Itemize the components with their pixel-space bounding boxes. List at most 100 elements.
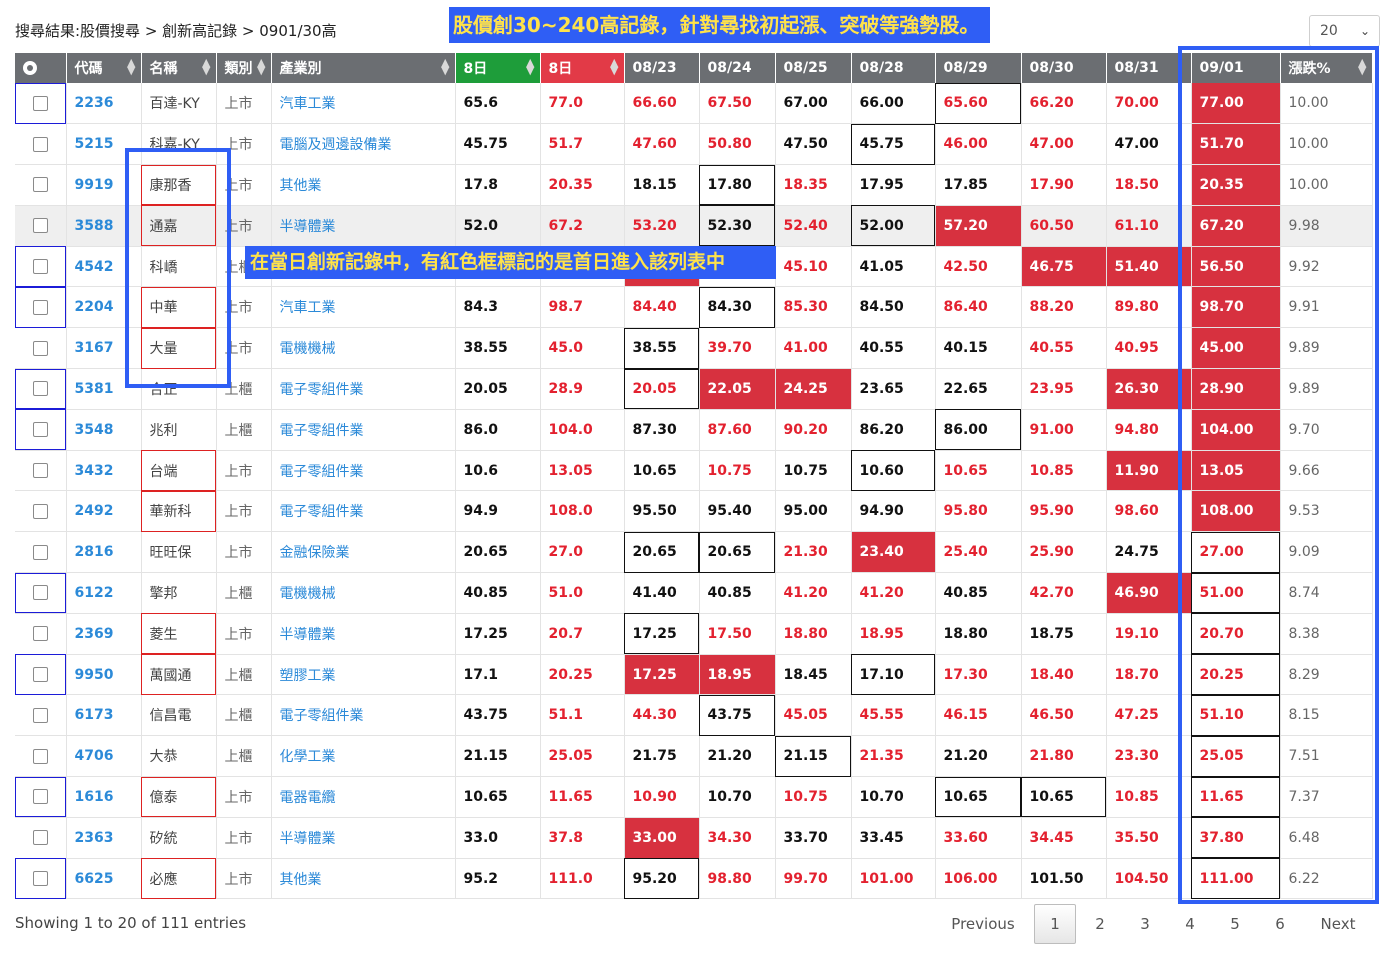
industry-link[interactable]: 電器電纜 — [271, 776, 456, 818]
stock-code-link[interactable]: 3167 — [66, 327, 142, 370]
column-header[interactable]: 08/30 — [1021, 53, 1107, 83]
column-header[interactable]: 08/23 — [624, 53, 700, 83]
column-header[interactable]: 08/29 — [935, 53, 1022, 83]
row-checkbox[interactable] — [32, 299, 48, 315]
table-row[interactable]: 2492 華新科 上市 電子零組件業 94.9 108.0 95.50 95.40 95.00 9… — [15, 490, 1373, 533]
industry-link[interactable]: 電子零組件業 — [271, 450, 456, 492]
row-select-cell[interactable] — [15, 368, 67, 410]
stock-code-link[interactable]: 5215 — [66, 123, 142, 166]
row-select-cell[interactable] — [15, 490, 67, 533]
table-row[interactable]: 2816 旺旺保 上市 金融保險業 20.65 27.0 20.65 20.65 21.30 23… — [15, 531, 1373, 574]
row-select-cell[interactable] — [15, 286, 67, 329]
row-checkbox[interactable] — [32, 789, 48, 805]
column-header[interactable]: 09/01 — [1191, 53, 1281, 83]
stock-code-link[interactable]: 9950 — [66, 654, 142, 696]
industry-link[interactable]: 汽車工業 — [271, 83, 456, 125]
column-header[interactable]: 類別 ▲ ▼ — [216, 53, 272, 83]
industry-link[interactable]: 半導體業 — [271, 205, 456, 247]
table-row[interactable]: 3588 通嘉 上市 半導體業 52.0 67.2 53.20 52.30 52.40 52.00… — [15, 205, 1373, 247]
row-select-cell[interactable] — [15, 858, 67, 900]
row-checkbox[interactable] — [32, 585, 48, 601]
row-select-cell[interactable] — [15, 776, 67, 818]
stock-code-link[interactable]: 6122 — [66, 572, 142, 614]
row-checkbox[interactable] — [32, 381, 48, 397]
table-row[interactable]: 9919 康那香 上市 其他業 17.8 20.35 18.15 17.80 18.35 17.9… — [15, 164, 1373, 206]
industry-link[interactable]: 半導體業 — [271, 613, 456, 655]
page-button[interactable]: 1 — [1034, 904, 1076, 944]
column-header[interactable]: 代碼 ▲ ▼ — [66, 53, 142, 83]
row-checkbox[interactable] — [32, 95, 48, 111]
column-header[interactable]: 漲跌% ▲ ▼ — [1280, 53, 1373, 83]
row-checkbox[interactable] — [32, 871, 48, 887]
row-select-cell[interactable] — [15, 450, 67, 492]
table-row[interactable]: 9950 萬國通 上櫃 塑膠工業 17.1 20.25 17.25 18.95 18.45 17.… — [15, 654, 1373, 696]
stock-code-link[interactable]: 2816 — [66, 531, 142, 574]
row-checkbox[interactable] — [32, 544, 48, 560]
table-row[interactable]: 5381 合正 上櫃 電子零組件業 20.05 28.9 20.05 22.05 24.25 23… — [15, 368, 1373, 410]
table-row[interactable]: 2369 菱生 上市 半導體業 17.25 20.7 17.25 17.50 18.80 18.9… — [15, 613, 1373, 655]
industry-link[interactable]: 汽車工業 — [271, 286, 456, 329]
table-row[interactable]: 2204 中華 上市 汽車工業 84.3 98.7 84.40 84.30 85.30 84.50… — [15, 286, 1373, 329]
row-select-cell[interactable] — [15, 654, 67, 696]
row-select-cell[interactable] — [15, 817, 67, 859]
row-checkbox[interactable] — [32, 503, 48, 519]
stock-code-link[interactable]: 5381 — [66, 368, 142, 410]
row-select-cell[interactable] — [15, 205, 67, 247]
table-row[interactable]: 3432 台端 上市 電子零組件業 10.6 13.05 10.65 10.75 10.75 10… — [15, 450, 1373, 492]
row-select-cell[interactable] — [15, 531, 67, 574]
row-checkbox[interactable] — [32, 422, 48, 438]
row-checkbox[interactable] — [32, 463, 48, 479]
table-row[interactable]: 2236 百達-KY 上市 汽車工業 65.6 77.0 66.60 67.50 67.00 66… — [15, 83, 1373, 125]
row-checkbox[interactable] — [32, 340, 48, 356]
row-checkbox[interactable] — [32, 259, 48, 275]
row-select-cell[interactable] — [15, 694, 67, 737]
page-button[interactable]: 5 — [1220, 905, 1250, 943]
row-select-cell[interactable] — [15, 572, 67, 614]
stock-code-link[interactable]: 4542 — [66, 246, 142, 288]
industry-link[interactable]: 塑膠工業 — [271, 654, 456, 696]
table-row[interactable]: 2363 矽統 上市 半導體業 33.0 37.8 33.00 34.30 33.70 33.45… — [15, 817, 1373, 859]
industry-link[interactable]: 半導體業 — [271, 817, 456, 859]
row-checkbox[interactable] — [32, 830, 48, 846]
page-button[interactable]: 4 — [1175, 905, 1205, 943]
column-header[interactable]: 8日 ▲ ▼ — [455, 53, 541, 83]
table-row[interactable]: 6173 信昌電 上櫃 電子零組件業 43.75 51.1 44.30 43.75 45.05 4… — [15, 694, 1373, 737]
row-checkbox[interactable] — [32, 707, 48, 723]
row-checkbox[interactable] — [32, 626, 48, 642]
stock-code-link[interactable]: 6173 — [66, 694, 142, 737]
page-button[interactable]: 2 — [1085, 905, 1115, 943]
stock-code-link[interactable]: 2369 — [66, 613, 142, 655]
table-row[interactable]: 6625 必應 上市 其他業 95.2 111.0 95.20 98.80 99.70 101.0… — [15, 858, 1373, 900]
table-row[interactable]: 5215 科嘉-KY 上市 電腦及週邊設備業 45.75 51.7 47.60 50.80 47… — [15, 123, 1373, 166]
table-row[interactable]: 3548 兆利 上櫃 電子零組件業 86.0 104.0 87.30 87.60 90.20 86… — [15, 409, 1373, 451]
stock-code-link[interactable]: 2492 — [66, 490, 142, 533]
row-select-cell[interactable] — [15, 83, 67, 125]
row-checkbox[interactable] — [32, 177, 48, 193]
row-select-cell[interactable] — [15, 409, 67, 451]
settings-header[interactable] — [15, 53, 67, 83]
stock-code-link[interactable]: 2236 — [66, 83, 142, 125]
row-select-cell[interactable] — [15, 164, 67, 206]
stock-code-link[interactable]: 9919 — [66, 164, 142, 206]
industry-link[interactable]: 電子零組件業 — [271, 694, 456, 737]
page-button[interactable]: 6 — [1265, 905, 1295, 943]
industry-link[interactable]: 電子零組件業 — [271, 409, 456, 451]
column-header[interactable]: 8日 ▲ ▼ — [540, 53, 625, 83]
industry-link[interactable]: 電機機械 — [271, 572, 456, 614]
table-row[interactable]: 1616 億泰 上市 電器電纜 10.65 11.65 10.90 10.70 10.75 10.… — [15, 776, 1373, 818]
industry-link[interactable]: 電腦及週邊設備業 — [271, 123, 456, 166]
table-row[interactable]: 3167 大量 上市 電機機械 38.55 45.0 38.55 39.70 41.00 40.5… — [15, 327, 1373, 370]
industry-link[interactable]: 化學工業 — [271, 735, 456, 778]
table-row[interactable]: 4706 大恭 上櫃 化學工業 21.15 25.05 21.75 21.20 21.15 21.… — [15, 735, 1373, 778]
table-row[interactable]: 6122 擎邦 上櫃 電機機械 40.85 51.0 41.40 40.85 41.20 41.2… — [15, 572, 1373, 614]
column-header[interactable]: 名稱 ▲ ▼ — [141, 53, 217, 83]
row-checkbox[interactable] — [32, 667, 48, 683]
row-select-cell[interactable] — [15, 327, 67, 370]
row-checkbox[interactable] — [32, 136, 48, 152]
column-header[interactable]: 08/24 — [699, 53, 776, 83]
stock-code-link[interactable]: 6625 — [66, 858, 142, 900]
page-button[interactable]: 3 — [1130, 905, 1160, 943]
stock-code-link[interactable]: 3432 — [66, 450, 142, 492]
industry-link[interactable]: 金融保險業 — [271, 531, 456, 574]
page-button[interactable]: Previous — [940, 905, 1026, 943]
